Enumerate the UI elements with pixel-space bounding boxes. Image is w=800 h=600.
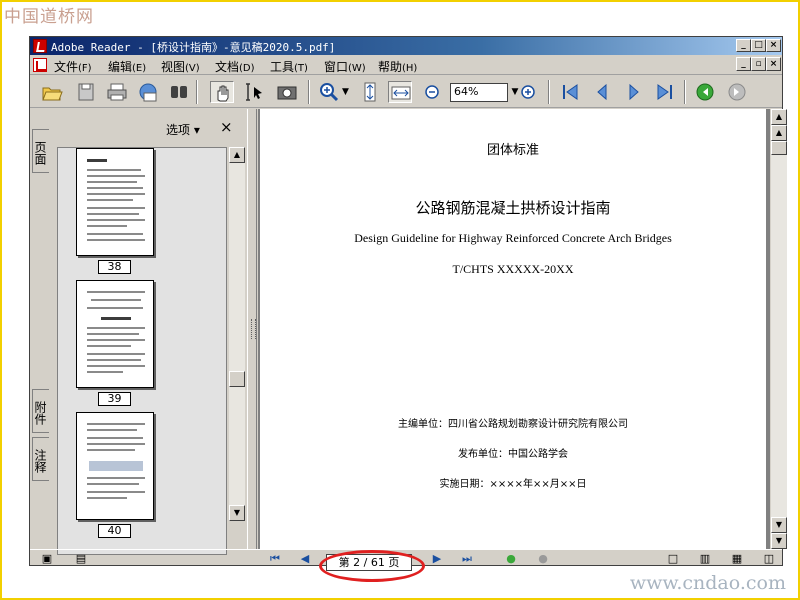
doc-minimize-button[interactable]: _ [736, 57, 751, 71]
document-title-cn: 公路钢筋混凝土拱桥设计指南 [415, 199, 611, 217]
navigation-tabs: 页面 附件 注释 [30, 109, 50, 547]
hand-tool-icon[interactable] [210, 81, 234, 103]
adobe-reader-window: Adobe Reader - [桥设计指南》-意见稿2020.5.pdf] _ … [29, 36, 787, 582]
thumbnail-scrollbar[interactable]: ▲ ▼ [229, 147, 245, 521]
doc-page-down-icon[interactable]: ▼ [771, 517, 787, 533]
status-previous-page-icon[interactable]: ◀ [298, 553, 312, 565]
menu-bar: 文件(F) 编辑(E) 视图(V) 文档(D) 工具(T) 窗口(W) 帮助(H… [30, 55, 782, 75]
tab-attachments[interactable]: 附件 [32, 389, 49, 433]
menu-view[interactable]: 视图(V) [161, 58, 200, 75]
title-bar[interactable]: Adobe Reader - [桥设计指南》-意见稿2020.5.pdf] _ … [30, 37, 782, 55]
status-bar: ▣ ▤ ⏮ ◀ 第 2 / 61 页 ▶ ⏭ ● ● □ ▥ ▦ ◫ [30, 549, 782, 582]
pane-splitter[interactable] [247, 109, 257, 549]
doc-scroll-thumb[interactable] [771, 141, 787, 155]
status-first-page-icon[interactable]: ⏮ [268, 553, 282, 565]
page-number-label: 39 [98, 392, 131, 406]
find-icon[interactable] [167, 81, 191, 103]
fit-height-icon[interactable] [358, 81, 382, 103]
fit-width-icon[interactable] [388, 81, 412, 103]
open-icon[interactable] [40, 81, 64, 103]
zoom-tool-dropdown-icon[interactable]: ▼ [342, 81, 352, 103]
scroll-thumb[interactable] [229, 371, 245, 387]
scroll-down-icon[interactable]: ▼ [229, 505, 245, 521]
menu-tools[interactable]: 工具(T) [270, 58, 308, 75]
document-scrollbar[interactable]: ▲ ▲ ▼ ▼ [771, 109, 787, 549]
save-icon[interactable] [74, 81, 98, 103]
single-page-layout-icon[interactable]: □ [666, 553, 680, 565]
email-icon[interactable] [136, 81, 160, 103]
close-button[interactable]: × [766, 39, 781, 52]
document-title-en: Design Guideline for Highway Reinforced … [354, 231, 672, 245]
first-page-icon[interactable] [558, 81, 582, 103]
doc-scroll-down-icon[interactable]: ▼ [771, 533, 787, 549]
window-title: Adobe Reader - [桥设计指南》-意见稿2020.5.pdf] [51, 41, 336, 54]
page-size-icon[interactable]: ▤ [74, 553, 88, 565]
standard-type-label: 团体标准 [486, 143, 539, 158]
tab-pages[interactable]: 页面 [32, 129, 49, 173]
previous-page-icon[interactable] [590, 81, 614, 103]
close-panel-icon[interactable]: × [220, 118, 233, 136]
zoom-input[interactable]: 64% [450, 83, 508, 102]
page-thumbnail-38[interactable] [76, 148, 154, 256]
menu-document[interactable]: 文档(D) [215, 58, 255, 75]
zoom-in-icon[interactable] [317, 81, 341, 103]
next-page-icon[interactable] [622, 81, 646, 103]
doc-restore-button[interactable]: ▫ [751, 57, 766, 71]
page-number-label: 40 [98, 524, 131, 538]
print-icon[interactable] [105, 81, 129, 103]
document-menu-icon[interactable] [33, 58, 47, 72]
go-forward-icon[interactable] [725, 81, 749, 103]
tab-comments[interactable]: 注释 [32, 437, 49, 481]
publisher-unit: 发布单位：中国公路学会 [458, 449, 568, 460]
status-next-page-icon[interactable]: ▶ [430, 553, 444, 565]
doc-page-up-icon[interactable]: ▲ [771, 125, 787, 141]
single-page-view-icon[interactable]: ▣ [40, 553, 54, 565]
continuous-facing-layout-icon[interactable]: ◫ [762, 553, 776, 565]
page-number-label: 38 [98, 260, 131, 274]
snapshot-icon[interactable] [275, 81, 299, 103]
continuous-layout-icon[interactable]: ▥ [698, 553, 712, 565]
doc-scroll-up-icon[interactable]: ▲ [771, 109, 787, 125]
toolbar: ▼ 64% ▼ [30, 76, 782, 108]
pages-panel-header: 选项 ▾ × [51, 109, 247, 147]
facing-layout-icon[interactable]: ▦ [730, 553, 744, 565]
zoom-out-icon[interactable] [420, 81, 444, 103]
pages-panel: 选项 ▾ × 38 39 40 ▲ ▼ [51, 109, 247, 555]
go-back-icon[interactable] [693, 81, 717, 103]
page-thumbnail-39[interactable] [76, 280, 154, 388]
doc-close-button[interactable]: × [766, 57, 781, 71]
select-text-icon[interactable] [242, 81, 266, 103]
site-watermark-top: 中国道桥网 [4, 7, 94, 27]
adobe-reader-icon [33, 39, 47, 53]
maximize-button[interactable]: □ [751, 39, 766, 52]
status-go-forward-icon[interactable]: ● [536, 553, 550, 565]
options-dropdown[interactable]: 选项 ▾ [166, 121, 200, 138]
thumbnail-list: 38 39 40 [57, 147, 227, 555]
menu-file[interactable]: 文件(F) [54, 58, 92, 75]
page-number-field[interactable]: 第 2 / 61 页 [326, 554, 412, 571]
menu-help[interactable]: 帮助(H) [378, 58, 417, 75]
page-thumbnail-40[interactable] [76, 412, 154, 520]
zoom-in-plus-icon[interactable] [516, 81, 540, 103]
minimize-button[interactable]: _ [736, 39, 751, 52]
effective-date: 实施日期：××××年××月××日 [439, 479, 587, 490]
editor-unit: 主编单位：四川省公路规划勘察设计研究院有限公司 [398, 419, 628, 430]
site-watermark-bottom: www.cndao.com [629, 572, 786, 594]
status-go-back-icon[interactable]: ● [504, 553, 518, 565]
status-last-page-icon[interactable]: ⏭ [460, 553, 474, 565]
menu-window[interactable]: 窗口(W) [324, 58, 366, 75]
document-view: 团体标准 公路钢筋混凝土拱桥设计指南 Design Guideline for … [258, 109, 770, 549]
standard-code: T/CHTS XXXXX-20XX [452, 262, 574, 276]
last-page-icon[interactable] [653, 81, 677, 103]
pdf-page: 团体标准 公路钢筋混凝土拱桥设计指南 Design Guideline for … [260, 109, 766, 549]
menu-edit[interactable]: 编辑(E) [108, 58, 146, 75]
scroll-up-icon[interactable]: ▲ [229, 147, 245, 163]
